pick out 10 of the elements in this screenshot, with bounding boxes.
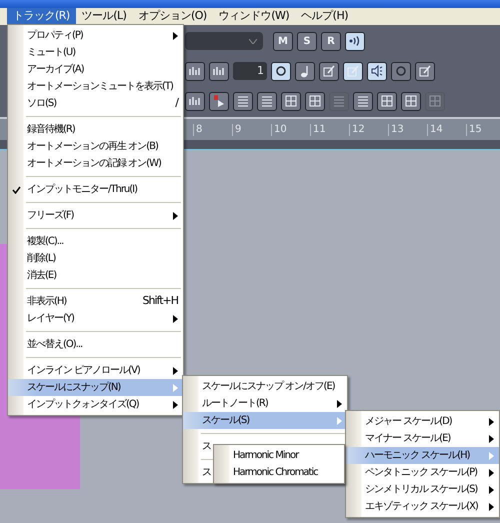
ruler-number: 14 bbox=[427, 124, 466, 136]
ruler-number: 8 bbox=[193, 124, 232, 136]
ruler-number: 15 bbox=[466, 124, 500, 136]
ruler-number: 9 bbox=[232, 124, 271, 136]
ruler-number: 12 bbox=[349, 124, 388, 136]
shortcut-label: / bbox=[175, 95, 178, 112]
shortcut-label: Shift+H bbox=[142, 293, 178, 310]
ruler-number: 11 bbox=[310, 124, 349, 136]
ruler-number: 13 bbox=[388, 124, 427, 136]
ruler-number: 10 bbox=[271, 124, 310, 136]
